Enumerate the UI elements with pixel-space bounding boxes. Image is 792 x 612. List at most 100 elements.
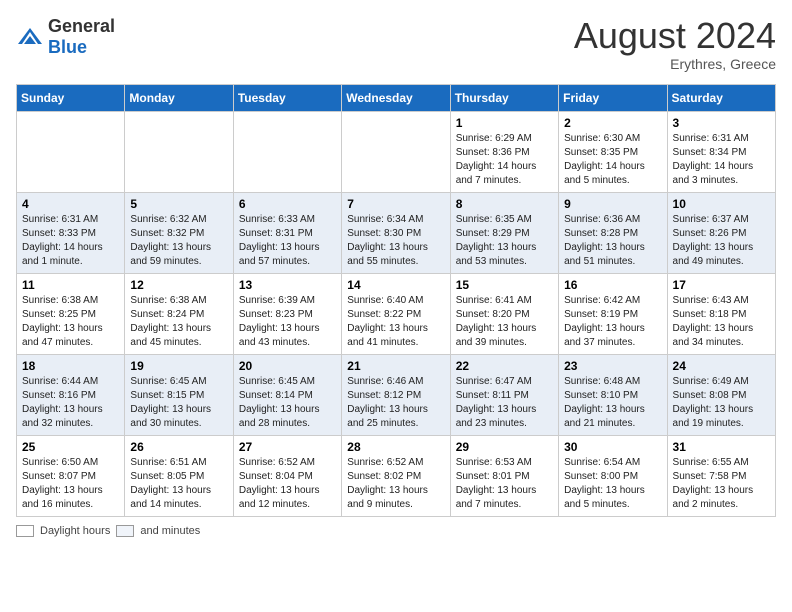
day-info: Sunrise: 6:36 AM Sunset: 8:28 PM Dayligh… bbox=[564, 213, 661, 269]
day-info: Sunrise: 6:34 AM Sunset: 8:30 PM Dayligh… bbox=[347, 213, 444, 269]
day-info: Sunrise: 6:43 AM Sunset: 8:18 PM Dayligh… bbox=[673, 294, 770, 350]
day-info: Sunrise: 6:38 AM Sunset: 8:24 PM Dayligh… bbox=[130, 294, 227, 350]
legend: Daylight hours and minutes bbox=[16, 525, 776, 537]
day-info: Sunrise: 6:52 AM Sunset: 8:04 PM Dayligh… bbox=[239, 456, 336, 512]
day-number: 27 bbox=[239, 440, 336, 454]
calendar-cell: 17Sunrise: 6:43 AM Sunset: 8:18 PM Dayli… bbox=[667, 273, 775, 354]
day-info: Sunrise: 6:49 AM Sunset: 8:08 PM Dayligh… bbox=[673, 375, 770, 431]
calendar-cell: 23 Sunrise: 6:48 AM Sunset: 8:10 PM Dayli… bbox=[559, 354, 667, 435]
calendar-cell: 29 Sunrise: 6:53 AM Sunset: 8:01 PM Dayli… bbox=[450, 435, 558, 516]
calendar-day-header: Thursday bbox=[450, 84, 558, 111]
calendar-cell: 16 Sunrise: 6:42 AM Sunset: 8:19 PM Dayli… bbox=[559, 273, 667, 354]
calendar-day-header: Sunday bbox=[17, 84, 125, 111]
calendar-cell bbox=[125, 111, 233, 192]
calendar-cell: 2Sunrise: 6:30 AM Sunset: 8:35 PM Daylig… bbox=[559, 111, 667, 192]
day-info: Sunrise: 6:35 AM Sunset: 8:29 PM Dayligh… bbox=[456, 213, 553, 269]
day-number: 15 bbox=[456, 278, 553, 292]
legend-box-shaded bbox=[116, 525, 134, 537]
day-number: 3 bbox=[673, 116, 770, 130]
calendar-cell: 18Sunrise: 6:44 AM Sunset: 8:16 PM Dayli… bbox=[17, 354, 125, 435]
calendar-cell: 7 Sunrise: 6:34 AM Sunset: 8:30 PM Daylig… bbox=[342, 192, 450, 273]
logo-text: General Blue bbox=[48, 16, 115, 58]
calendar-week-row: 4 Sunrise: 6:31 AM Sunset: 8:33 PM Daylig… bbox=[17, 192, 776, 273]
logo: General Blue bbox=[16, 16, 115, 58]
day-number: 23 bbox=[564, 359, 661, 373]
day-info: Sunrise: 6:42 AM Sunset: 8:19 PM Dayligh… bbox=[564, 294, 661, 350]
calendar-cell bbox=[233, 111, 341, 192]
day-info: Sunrise: 6:44 AM Sunset: 8:16 PM Dayligh… bbox=[22, 375, 119, 431]
day-info: Sunrise: 6:40 AM Sunset: 8:22 PM Dayligh… bbox=[347, 294, 444, 350]
calendar-week-row: 25 Sunrise: 6:50 AM Sunset: 8:07 PM Dayli… bbox=[17, 435, 776, 516]
day-number: 19 bbox=[130, 359, 227, 373]
day-number: 4 bbox=[22, 197, 119, 211]
day-number: 11 bbox=[22, 278, 119, 292]
calendar-day-header: Saturday bbox=[667, 84, 775, 111]
day-number: 25 bbox=[22, 440, 119, 454]
calendar-week-row: 11Sunrise: 6:38 AM Sunset: 8:25 PM Dayli… bbox=[17, 273, 776, 354]
calendar-cell: 6 Sunrise: 6:33 AM Sunset: 8:31 PM Daylig… bbox=[233, 192, 341, 273]
calendar-cell: 11Sunrise: 6:38 AM Sunset: 8:25 PM Dayli… bbox=[17, 273, 125, 354]
day-info: Sunrise: 6:45 AM Sunset: 8:14 PM Dayligh… bbox=[239, 375, 336, 431]
calendar-cell: 4 Sunrise: 6:31 AM Sunset: 8:33 PM Daylig… bbox=[17, 192, 125, 273]
day-info: Sunrise: 6:54 AM Sunset: 8:00 PM Dayligh… bbox=[564, 456, 661, 512]
day-info: Sunrise: 6:50 AM Sunset: 8:07 PM Dayligh… bbox=[22, 456, 119, 512]
day-number: 16 bbox=[564, 278, 661, 292]
day-number: 21 bbox=[347, 359, 444, 373]
calendar-cell: 10Sunrise: 6:37 AM Sunset: 8:26 PM Dayli… bbox=[667, 192, 775, 273]
calendar-cell: 13 Sunrise: 6:39 AM Sunset: 8:23 PM Dayli… bbox=[233, 273, 341, 354]
calendar-day-header: Tuesday bbox=[233, 84, 341, 111]
day-info: Sunrise: 6:46 AM Sunset: 8:12 PM Dayligh… bbox=[347, 375, 444, 431]
day-number: 13 bbox=[239, 278, 336, 292]
day-number: 7 bbox=[347, 197, 444, 211]
day-number: 12 bbox=[130, 278, 227, 292]
calendar-cell: 26Sunrise: 6:51 AM Sunset: 8:05 PM Dayli… bbox=[125, 435, 233, 516]
day-number: 30 bbox=[564, 440, 661, 454]
page-header: General Blue August 2024 Erythres, Greec… bbox=[16, 16, 776, 72]
calendar-day-header: Friday bbox=[559, 84, 667, 111]
day-info: Sunrise: 6:55 AM Sunset: 7:58 PM Dayligh… bbox=[673, 456, 770, 512]
day-info: Sunrise: 6:32 AM Sunset: 8:32 PM Dayligh… bbox=[130, 213, 227, 269]
logo-blue: Blue bbox=[48, 37, 87, 57]
calendar-cell: 5Sunrise: 6:32 AM Sunset: 8:32 PM Daylig… bbox=[125, 192, 233, 273]
calendar-cell: 19 Sunrise: 6:45 AM Sunset: 8:15 PM Dayli… bbox=[125, 354, 233, 435]
day-info: Sunrise: 6:45 AM Sunset: 8:15 PM Dayligh… bbox=[130, 375, 227, 431]
calendar-cell: 1 Sunrise: 6:29 AM Sunset: 8:36 PM Daylig… bbox=[450, 111, 558, 192]
calendar-cell: 3Sunrise: 6:31 AM Sunset: 8:34 PM Daylig… bbox=[667, 111, 775, 192]
day-number: 1 bbox=[456, 116, 553, 130]
day-info: Sunrise: 6:39 AM Sunset: 8:23 PM Dayligh… bbox=[239, 294, 336, 350]
day-info: Sunrise: 6:31 AM Sunset: 8:33 PM Dayligh… bbox=[22, 213, 119, 269]
day-number: 9 bbox=[564, 197, 661, 211]
day-number: 31 bbox=[673, 440, 770, 454]
calendar-day-header: Monday bbox=[125, 84, 233, 111]
day-number: 20 bbox=[239, 359, 336, 373]
calendar-cell: 21 Sunrise: 6:46 AM Sunset: 8:12 PM Dayli… bbox=[342, 354, 450, 435]
day-info: Sunrise: 6:33 AM Sunset: 8:31 PM Dayligh… bbox=[239, 213, 336, 269]
calendar-cell: 8Sunrise: 6:35 AM Sunset: 8:29 PM Daylig… bbox=[450, 192, 558, 273]
calendar-cell: 22Sunrise: 6:47 AM Sunset: 8:11 PM Dayli… bbox=[450, 354, 558, 435]
day-info: Sunrise: 6:53 AM Sunset: 8:01 PM Dayligh… bbox=[456, 456, 553, 512]
calendar-header-row: SundayMondayTuesdayWednesdayThursdayFrid… bbox=[17, 84, 776, 111]
day-info: Sunrise: 6:29 AM Sunset: 8:36 PM Dayligh… bbox=[456, 132, 553, 188]
day-info: Sunrise: 6:51 AM Sunset: 8:05 PM Dayligh… bbox=[130, 456, 227, 512]
day-number: 14 bbox=[347, 278, 444, 292]
calendar-cell: 27 Sunrise: 6:52 AM Sunset: 8:04 PM Dayli… bbox=[233, 435, 341, 516]
day-number: 22 bbox=[456, 359, 553, 373]
day-info: Sunrise: 6:48 AM Sunset: 8:10 PM Dayligh… bbox=[564, 375, 661, 431]
day-info: Sunrise: 6:30 AM Sunset: 8:35 PM Dayligh… bbox=[564, 132, 661, 188]
day-number: 10 bbox=[673, 197, 770, 211]
calendar-day-header: Wednesday bbox=[342, 84, 450, 111]
day-number: 29 bbox=[456, 440, 553, 454]
calendar-cell: 24 Sunrise: 6:49 AM Sunset: 8:08 PM Dayli… bbox=[667, 354, 775, 435]
calendar-cell: 14 Sunrise: 6:40 AM Sunset: 8:22 PM Dayli… bbox=[342, 273, 450, 354]
day-number: 6 bbox=[239, 197, 336, 211]
day-info: Sunrise: 6:41 AM Sunset: 8:20 PM Dayligh… bbox=[456, 294, 553, 350]
day-number: 24 bbox=[673, 359, 770, 373]
location: Erythres, Greece bbox=[574, 56, 776, 72]
calendar-cell: 30 Sunrise: 6:54 AM Sunset: 8:00 PM Dayli… bbox=[559, 435, 667, 516]
calendar-cell: 15 Sunrise: 6:41 AM Sunset: 8:20 PM Dayli… bbox=[450, 273, 558, 354]
day-number: 28 bbox=[347, 440, 444, 454]
calendar-cell: 12 Sunrise: 6:38 AM Sunset: 8:24 PM Dayli… bbox=[125, 273, 233, 354]
day-info: Sunrise: 6:52 AM Sunset: 8:02 PM Dayligh… bbox=[347, 456, 444, 512]
calendar-cell: 31 Sunrise: 6:55 AM Sunset: 7:58 PM Dayli… bbox=[667, 435, 775, 516]
title-block: August 2024 Erythres, Greece bbox=[574, 16, 776, 72]
